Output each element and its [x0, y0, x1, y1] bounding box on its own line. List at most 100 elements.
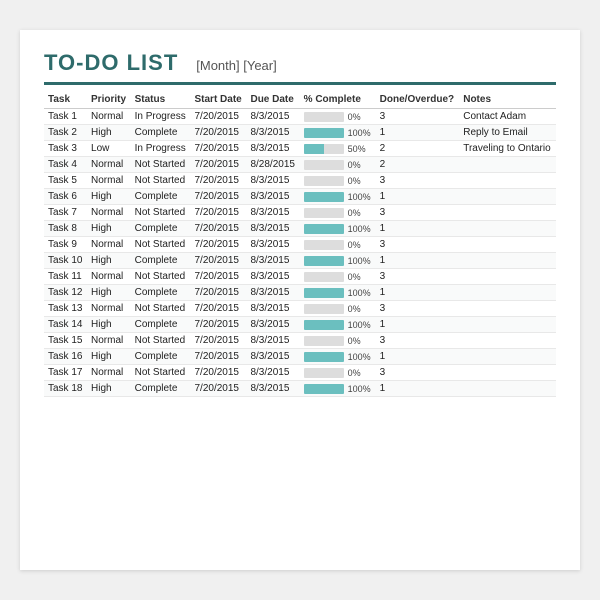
cell-task: Task 4 — [44, 157, 87, 173]
cell-done-overdue: 3 — [376, 301, 460, 317]
cell-due: 8/3/2015 — [246, 301, 299, 317]
table-row: Task 9NormalNot Started7/20/20158/3/2015… — [44, 237, 556, 253]
cell-pct: 100% — [300, 381, 376, 397]
cell-status: Complete — [131, 221, 191, 237]
pct-label: 0% — [348, 368, 368, 378]
cell-notes: Traveling to Ontario — [459, 141, 556, 157]
cell-start: 7/20/2015 — [191, 125, 247, 141]
cell-priority: High — [87, 221, 131, 237]
cell-status: In Progress — [131, 141, 191, 157]
cell-start: 7/20/2015 — [191, 109, 247, 125]
cell-notes — [459, 381, 556, 397]
cell-start: 7/20/2015 — [191, 285, 247, 301]
cell-status: Not Started — [131, 301, 191, 317]
cell-pct: 50% — [300, 141, 376, 157]
table-row: Task 14HighComplete7/20/20158/3/2015100%… — [44, 317, 556, 333]
page-title: TO-DO LIST — [44, 50, 178, 76]
pct-label: 100% — [348, 352, 371, 362]
pct-label: 0% — [348, 176, 368, 186]
cell-due: 8/3/2015 — [246, 189, 299, 205]
pct-label: 0% — [348, 272, 368, 282]
cell-due: 8/3/2015 — [246, 285, 299, 301]
cell-notes — [459, 253, 556, 269]
pct-label: 0% — [348, 208, 368, 218]
cell-priority: Low — [87, 141, 131, 157]
cell-done-overdue: 1 — [376, 349, 460, 365]
cell-due: 8/3/2015 — [246, 381, 299, 397]
cell-done-overdue: 3 — [376, 365, 460, 381]
cell-priority: Normal — [87, 109, 131, 125]
spreadsheet-container: TO-DO LIST [Month] [Year] Task Priority … — [20, 30, 580, 570]
cell-status: In Progress — [131, 109, 191, 125]
cell-priority: Normal — [87, 365, 131, 381]
cell-priority: Normal — [87, 157, 131, 173]
cell-status: Complete — [131, 285, 191, 301]
cell-priority: High — [87, 189, 131, 205]
table-row: Task 2HighComplete7/20/20158/3/2015100%1… — [44, 125, 556, 141]
cell-pct: 0% — [300, 173, 376, 189]
col-notes: Notes — [459, 91, 556, 109]
cell-priority: Normal — [87, 237, 131, 253]
cell-status: Not Started — [131, 157, 191, 173]
col-task: Task — [44, 91, 87, 109]
cell-start: 7/20/2015 — [191, 365, 247, 381]
cell-task: Task 17 — [44, 365, 87, 381]
cell-status: Complete — [131, 253, 191, 269]
cell-priority: Normal — [87, 205, 131, 221]
pct-label: 0% — [348, 304, 368, 314]
table-row: Task 6HighComplete7/20/20158/3/2015100%1 — [44, 189, 556, 205]
cell-start: 7/20/2015 — [191, 333, 247, 349]
header-divider — [44, 82, 556, 85]
cell-due: 8/3/2015 — [246, 253, 299, 269]
col-status: Status — [131, 91, 191, 109]
cell-status: Complete — [131, 349, 191, 365]
cell-start: 7/20/2015 — [191, 301, 247, 317]
cell-pct: 100% — [300, 221, 376, 237]
table-row: Task 18HighComplete7/20/20158/3/2015100%… — [44, 381, 556, 397]
cell-done-overdue: 3 — [376, 237, 460, 253]
cell-task: Task 14 — [44, 317, 87, 333]
cell-status: Not Started — [131, 269, 191, 285]
cell-task: Task 2 — [44, 125, 87, 141]
cell-status: Complete — [131, 125, 191, 141]
cell-priority: High — [87, 381, 131, 397]
cell-priority: High — [87, 285, 131, 301]
cell-due: 8/3/2015 — [246, 125, 299, 141]
col-start-date: Start Date — [191, 91, 247, 109]
col-priority: Priority — [87, 91, 131, 109]
table-row: Task 13NormalNot Started7/20/20158/3/201… — [44, 301, 556, 317]
cell-start: 7/20/2015 — [191, 157, 247, 173]
pct-label: 100% — [348, 256, 371, 266]
cell-task: Task 10 — [44, 253, 87, 269]
cell-notes — [459, 269, 556, 285]
pct-label: 0% — [348, 160, 368, 170]
cell-start: 7/20/2015 — [191, 221, 247, 237]
cell-notes — [459, 301, 556, 317]
header-row: TO-DO LIST [Month] [Year] — [44, 50, 556, 76]
cell-start: 7/20/2015 — [191, 317, 247, 333]
cell-pct: 0% — [300, 157, 376, 173]
month-year-label: [Month] [Year] — [196, 58, 276, 73]
table-row: Task 10HighComplete7/20/20158/3/2015100%… — [44, 253, 556, 269]
cell-pct: 100% — [300, 253, 376, 269]
cell-pct: 100% — [300, 189, 376, 205]
cell-priority: Normal — [87, 173, 131, 189]
cell-task: Task 18 — [44, 381, 87, 397]
cell-done-overdue: 3 — [376, 109, 460, 125]
cell-start: 7/20/2015 — [191, 205, 247, 221]
cell-pct: 100% — [300, 349, 376, 365]
cell-task: Task 16 — [44, 349, 87, 365]
cell-done-overdue: 2 — [376, 141, 460, 157]
pct-label: 100% — [348, 224, 371, 234]
cell-notes — [459, 221, 556, 237]
cell-task: Task 7 — [44, 205, 87, 221]
cell-notes — [459, 189, 556, 205]
cell-due: 8/3/2015 — [246, 173, 299, 189]
cell-status: Not Started — [131, 365, 191, 381]
cell-done-overdue: 1 — [376, 285, 460, 301]
cell-due: 8/3/2015 — [246, 317, 299, 333]
cell-status: Complete — [131, 317, 191, 333]
col-pct-complete: % Complete — [300, 91, 376, 109]
cell-start: 7/20/2015 — [191, 173, 247, 189]
cell-pct: 0% — [300, 109, 376, 125]
